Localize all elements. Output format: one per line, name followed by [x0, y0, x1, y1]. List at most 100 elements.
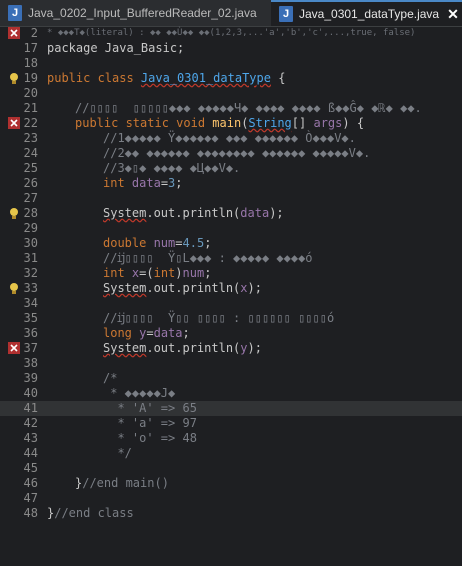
java-file-icon: J — [279, 6, 293, 22]
comment: * ◆◆◆T◆(literal) : ◆◆ ◆◆Ù◆◆ ◆◆(1,2,3,...… — [47, 28, 416, 38]
code-line: 22 public static void main(String[] args… — [0, 116, 462, 131]
variable: num — [182, 266, 205, 280]
warning-lightbulb-icon[interactable] — [8, 207, 20, 219]
code-line: 35 //ĳ▯▯▯▯ Ÿ▯▯ ▯▯▯▯ : ▯▯▯▯▯▯ ▯▯▯▯ó — [0, 311, 462, 326]
class-reference: System — [103, 341, 147, 355]
code-editor[interactable]: 2 * ◆◆◆T◆(literal) : ◆◆ ◆◆Ù◆◆ ◆◆(1,2,3,.… — [0, 26, 462, 528]
comment: * 'o' => 48 — [103, 431, 197, 445]
line-number: 40 — [23, 386, 38, 400]
line-number: 31 — [23, 251, 38, 265]
line-number: 2 — [30, 26, 38, 40]
tab-bufferedreader[interactable]: J Java_0202_Input_BufferedReader_02.java — [0, 0, 270, 26]
code-line: 46 }//end main() — [0, 476, 462, 491]
variable: x — [240, 281, 248, 295]
line-number: 24 — [23, 146, 38, 160]
line-number: 48 — [23, 506, 38, 520]
type-keyword: int — [103, 176, 132, 190]
variable: data — [240, 206, 270, 220]
code-line-highlighted: 41 * 'A' => 65 — [0, 401, 462, 416]
class-reference: System — [103, 206, 147, 220]
code-line: 27 — [0, 191, 462, 206]
line-number: 37 — [23, 341, 38, 355]
tab-label: Java_0301_dataType.java — [299, 7, 440, 21]
paren: ); — [247, 281, 262, 295]
line-number: 33 — [23, 281, 38, 295]
code-line: 28 System.out.println(data); — [0, 206, 462, 221]
code-line: 43 * 'o' => 48 — [0, 431, 462, 446]
code-line: 33 System.out.println(x); — [0, 281, 462, 296]
paren: ); — [247, 341, 262, 355]
line-number: 39 — [23, 371, 38, 385]
warning-lightbulb-icon[interactable] — [8, 72, 20, 84]
code-line: 23 //1◆◆◆◆◆ Ÿ◆◆◆◆◆◆ ◆◆◆ ◆◆◆◆◆◆ Ò◆◆◆V◆. — [0, 131, 462, 146]
code-line: 37 System.out.println(y); — [0, 341, 462, 356]
variable: data — [131, 176, 161, 190]
class-name: Java_0301_dataType — [140, 71, 271, 85]
code-line: 29 — [0, 221, 462, 236]
comment: */ — [103, 446, 132, 460]
cast-type: int — [153, 266, 176, 280]
semicolon: ; — [182, 326, 190, 340]
code-line: 38 — [0, 356, 462, 371]
type-keyword: long — [103, 326, 140, 340]
semicolon: ; — [204, 236, 212, 250]
line-number: 27 — [23, 191, 38, 205]
code-line: 26 int data=3; — [0, 176, 462, 191]
comment: * 'A' => 65 — [103, 401, 197, 415]
comment: //ĳ▯▯▯▯ Ÿ▯L◆◆◆ : ◆◆◆◆◆ ◆◆◆◆ó — [103, 251, 313, 265]
comment: //end main() — [82, 476, 169, 490]
line-number: 18 — [23, 56, 38, 70]
brace: { — [270, 71, 286, 85]
line-number: 30 — [23, 236, 38, 250]
comment: //▯▯▯▯ ▯▯▯▯▯◆◆◆ ◆◆◆◆◆Ч◆ ◆◆◆◆ ◆◆◆◆ ß◆◆Ĝ◆ … — [75, 101, 422, 115]
tab-label: Java_0202_Input_BufferedReader_02.java — [28, 6, 257, 20]
line-number: 19 — [23, 71, 38, 85]
line-number: 20 — [23, 86, 38, 100]
number-literal: 4.5 — [182, 236, 205, 250]
type-keyword: double — [103, 236, 154, 250]
comment: //3◆▯◆ ◆◆◆◆ ◆Ц◆◆V◆. — [103, 161, 241, 175]
operator: =( — [139, 266, 154, 280]
code-line: 44 */ — [0, 446, 462, 461]
line-number: 25 — [23, 161, 38, 175]
keyword: public static void — [75, 116, 213, 130]
method-name: main — [212, 116, 242, 130]
variable: y — [240, 341, 248, 355]
line-number: 32 — [23, 266, 38, 280]
line-number: 26 — [23, 176, 38, 190]
comment: * ◆◆◆◆◆J◆ — [103, 386, 176, 400]
code-line: 25 //3◆▯◆ ◆◆◆◆ ◆Ц◆◆V◆. — [0, 161, 462, 176]
semicolon: ; — [175, 176, 183, 190]
keyword: public class — [47, 71, 141, 85]
operator: = — [175, 236, 183, 250]
warning-lightbulb-icon[interactable] — [8, 282, 20, 294]
code-line: 18 — [0, 56, 462, 71]
comment: //1◆◆◆◆◆ Ÿ◆◆◆◆◆◆ ◆◆◆ ◆◆◆◆◆◆ Ò◆◆◆V◆. — [103, 131, 356, 145]
code-line: 36 long y=data; — [0, 326, 462, 341]
tab-datatype[interactable]: J Java_0301_dataType.java ✕ — [271, 0, 462, 26]
line-number: 47 — [23, 491, 38, 505]
line-number: 29 — [23, 221, 38, 235]
class-reference: System — [103, 281, 147, 295]
comment: //2◆◆ ◆◆◆◆◆◆ ◆◆◆◆◆◆◆◆ ◆◆◆◆◆◆ ◆◆◆◆◆V◆. — [103, 146, 371, 160]
error-lightbulb-icon[interactable] — [8, 27, 20, 39]
line-number: 41 — [23, 401, 38, 415]
error-lightbulb-icon[interactable] — [8, 117, 20, 129]
operator: = — [160, 176, 169, 190]
line-number: 28 — [23, 206, 38, 220]
close-tab-icon[interactable]: ✕ — [447, 6, 459, 23]
line-number: 34 — [23, 296, 38, 310]
line-number: 38 — [23, 356, 38, 370]
code-line: 2 * ◆◆◆T◆(literal) : ◆◆ ◆◆Ù◆◆ ◆◆(1,2,3,.… — [0, 26, 462, 41]
code-line: 34 — [0, 296, 462, 311]
code-line: 24 //2◆◆ ◆◆◆◆◆◆ ◆◆◆◆◆◆◆◆ ◆◆◆◆◆◆ ◆◆◆◆◆V◆. — [0, 146, 462, 161]
line-number: 36 — [23, 326, 38, 340]
error-lightbulb-icon[interactable] — [8, 342, 20, 354]
semicolon: ; — [204, 266, 212, 280]
comment: /* — [103, 371, 118, 385]
method-call: .out.println( — [146, 206, 241, 220]
line-number: 22 — [23, 116, 38, 130]
line-number: 23 — [23, 131, 38, 145]
line-number: 21 — [23, 101, 38, 115]
parameter: args — [313, 116, 343, 130]
